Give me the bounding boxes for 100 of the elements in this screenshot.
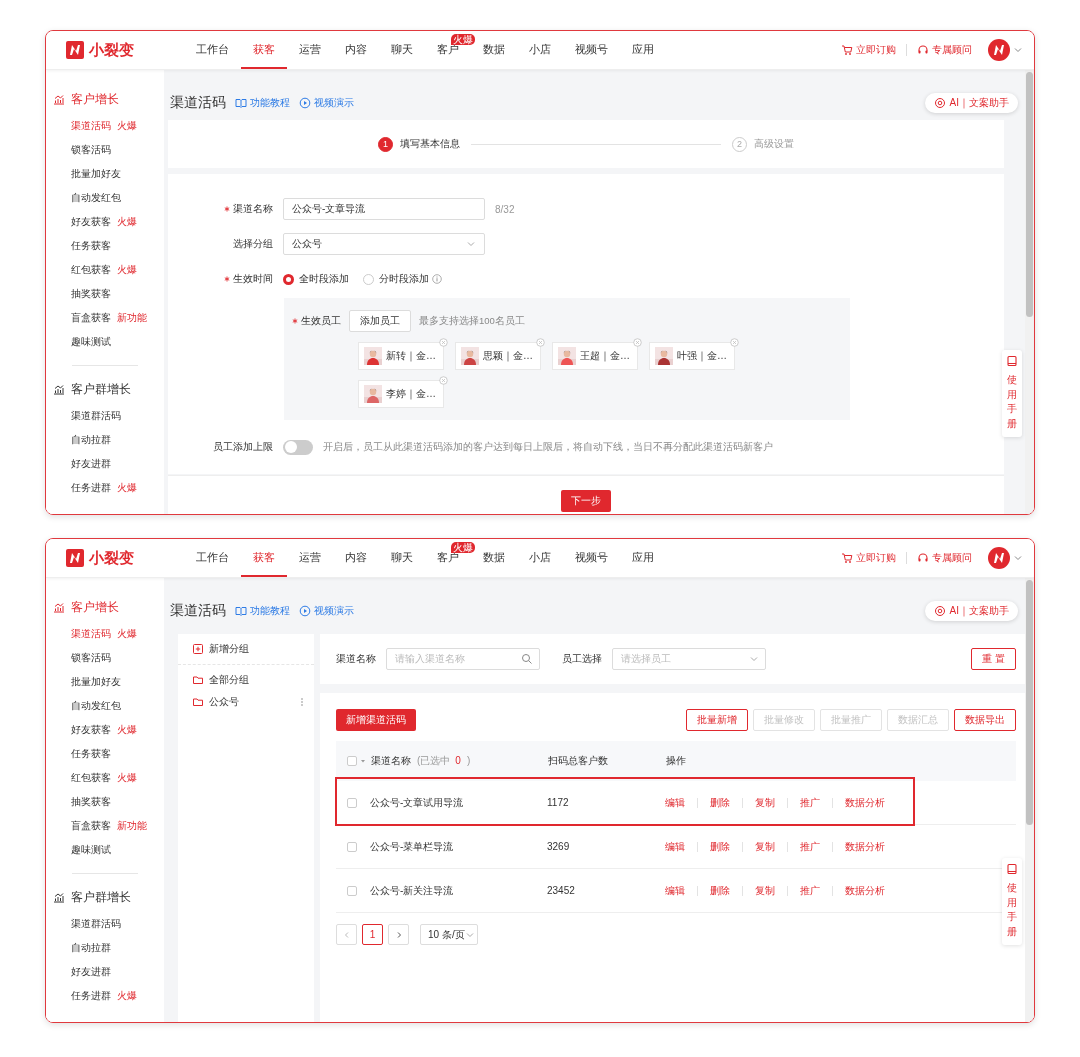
order-link[interactable]: 立即订购 bbox=[841, 43, 896, 57]
checkbox[interactable] bbox=[347, 797, 357, 808]
add-group-button[interactable]: 新增分组 bbox=[178, 634, 314, 665]
nav-tab[interactable]: 应用 bbox=[620, 539, 666, 577]
action-link[interactable]: 数据分析 bbox=[845, 883, 885, 898]
input-field[interactable]: 公众号-文章导流 bbox=[283, 198, 485, 220]
nav-tab[interactable]: 小店 bbox=[517, 539, 563, 577]
sidebar-item[interactable]: 好友进群 bbox=[46, 452, 164, 476]
checkbox[interactable] bbox=[347, 841, 357, 852]
sidebar-group[interactable]: 客户群增长 bbox=[46, 378, 164, 400]
remove-icon[interactable] bbox=[730, 338, 739, 347]
nav-tab[interactable]: 运营 bbox=[287, 31, 333, 69]
scroll-bar[interactable] bbox=[1025, 70, 1034, 514]
sidebar-item[interactable]: 渠道群活码 bbox=[46, 404, 164, 428]
sidebar-item[interactable]: 任务进群 火爆 bbox=[46, 984, 164, 1008]
checkbox[interactable] bbox=[347, 885, 357, 896]
sidebar-item[interactable]: 任务获客 bbox=[46, 234, 164, 258]
sidebar-item[interactable]: 自动发红包 bbox=[46, 694, 164, 718]
nav-tab[interactable]: 聊天 bbox=[379, 31, 425, 69]
caret-icon[interactable] bbox=[1014, 46, 1022, 54]
sidebar-item[interactable]: 趣味测试 bbox=[46, 838, 164, 862]
avatar-icon[interactable] bbox=[988, 39, 1010, 61]
group-item[interactable]: 全部分组 bbox=[178, 669, 314, 691]
nav-tab[interactable]: 工作台 bbox=[184, 539, 241, 577]
remove-icon[interactable] bbox=[633, 338, 642, 347]
action-link[interactable]: 复制 bbox=[755, 839, 775, 854]
ai-assistant-button[interactable]: AI｜文案助手 bbox=[924, 601, 1018, 621]
nav-tab[interactable]: 应用 bbox=[620, 31, 666, 69]
action-link[interactable]: 推广 bbox=[800, 839, 820, 854]
group-select[interactable]: 公众号 bbox=[283, 233, 485, 255]
action-link[interactable]: 数据分析 bbox=[845, 839, 885, 854]
nav-tab[interactable]: 内容 bbox=[333, 31, 379, 69]
manual-tab[interactable]: 使用手册 bbox=[1002, 858, 1022, 945]
tutorial-link[interactable]: 功能教程 bbox=[235, 604, 290, 618]
sidebar-item[interactable]: 抽奖获客 bbox=[46, 790, 164, 814]
sidebar-item[interactable]: 自动拉群 bbox=[46, 936, 164, 960]
sidebar-item[interactable]: 红包获客 火爆 bbox=[46, 258, 164, 282]
radio-label[interactable]: 分时段添加 bbox=[379, 272, 429, 286]
radio-label[interactable]: 全时段添加 bbox=[299, 272, 349, 286]
radio-button[interactable] bbox=[283, 273, 294, 285]
action-link[interactable]: 推广 bbox=[800, 883, 820, 898]
sidebar-item[interactable]: 好友获客 火爆 bbox=[46, 210, 164, 234]
next-page-button[interactable] bbox=[388, 924, 409, 945]
nav-tab[interactable]: 视频号 bbox=[563, 31, 620, 69]
action-link[interactable]: 编辑 bbox=[665, 795, 685, 810]
sidebar-item[interactable]: 盲盒获客 新功能 bbox=[46, 306, 164, 330]
sidebar-group[interactable]: 客户群增长 bbox=[46, 886, 164, 908]
nav-tab[interactable]: 小店 bbox=[517, 31, 563, 69]
sidebar-item[interactable]: 锁客活码 bbox=[46, 646, 164, 670]
video-link[interactable]: 视频演示 bbox=[299, 96, 354, 110]
sidebar-item[interactable]: 任务获客 bbox=[46, 742, 164, 766]
tutorial-link[interactable]: 功能教程 bbox=[235, 96, 290, 110]
sidebar-item[interactable]: 批量加好友 bbox=[46, 670, 164, 694]
sidebar-item[interactable]: 趣味测试 bbox=[46, 330, 164, 354]
scroll-bar[interactable] bbox=[1025, 578, 1034, 1022]
remove-icon[interactable] bbox=[439, 376, 448, 385]
page-button[interactable]: 1 bbox=[362, 924, 383, 945]
checkbox[interactable] bbox=[347, 756, 357, 766]
page-size-select[interactable]: 10 条/页 bbox=[420, 924, 478, 945]
action-link[interactable]: 编辑 bbox=[665, 883, 685, 898]
manual-tab[interactable]: 使用手册 bbox=[1002, 350, 1022, 437]
sidebar-item[interactable]: 盲盒获客 新功能 bbox=[46, 814, 164, 838]
ai-assistant-button[interactable]: AI｜文案助手 bbox=[924, 93, 1018, 113]
group-item[interactable]: 公众号 bbox=[178, 691, 314, 713]
sidebar-item[interactable]: 渠道群活码 bbox=[46, 912, 164, 936]
action-link[interactable]: 数据分析 bbox=[845, 795, 885, 810]
previous-page-button[interactable] bbox=[336, 924, 357, 945]
remove-icon[interactable] bbox=[439, 338, 448, 347]
caret-icon[interactable] bbox=[1014, 554, 1022, 562]
reset-button[interactable]: 重 置 bbox=[971, 648, 1016, 670]
avatar-icon[interactable] bbox=[988, 547, 1010, 569]
action-link[interactable]: 删除 bbox=[710, 795, 730, 810]
sidebar-item[interactable]: 好友进群 bbox=[46, 960, 164, 984]
sidebar-group[interactable]: 客户增长 bbox=[46, 88, 164, 110]
sidebar-item[interactable]: 自动拉群 bbox=[46, 428, 164, 452]
sidebar-item[interactable]: 渠道活码 火爆 bbox=[46, 114, 164, 138]
nav-tab[interactable]: 内容 bbox=[333, 539, 379, 577]
action-link[interactable]: 编辑 bbox=[665, 839, 685, 854]
action-link[interactable]: 删除 bbox=[710, 883, 730, 898]
action-link[interactable]: 复制 bbox=[755, 795, 775, 810]
order-link[interactable]: 立即订购 bbox=[841, 551, 896, 565]
nav-tab[interactable]: 工作台 bbox=[184, 31, 241, 69]
toggle-switch[interactable] bbox=[283, 439, 313, 455]
nav-tab[interactable]: 视频号 bbox=[563, 539, 620, 577]
more-icon[interactable] bbox=[300, 696, 304, 708]
sidebar-item[interactable]: 批量加好友 bbox=[46, 162, 164, 186]
add-staff-button[interactable]: 添加员工 bbox=[349, 310, 411, 332]
sidebar-item[interactable]: 任务进群 火爆 bbox=[46, 476, 164, 500]
video-link[interactable]: 视频演示 bbox=[299, 604, 354, 618]
remove-icon[interactable] bbox=[536, 338, 545, 347]
sidebar-group[interactable]: 客户增长 bbox=[46, 596, 164, 618]
create-button[interactable]: 新增渠道活码 bbox=[336, 709, 416, 731]
action-link[interactable]: 复制 bbox=[755, 883, 775, 898]
caret-icon[interactable] bbox=[360, 758, 366, 764]
next-button[interactable]: 下一步 bbox=[561, 490, 611, 512]
sidebar-item[interactable]: 自动发红包 bbox=[46, 186, 164, 210]
consultant-link[interactable]: 专属顾问 bbox=[917, 551, 972, 565]
action-link[interactable]: 删除 bbox=[710, 839, 730, 854]
sidebar-item[interactable]: 红包获客 火爆 bbox=[46, 766, 164, 790]
action-link[interactable]: 推广 bbox=[800, 795, 820, 810]
